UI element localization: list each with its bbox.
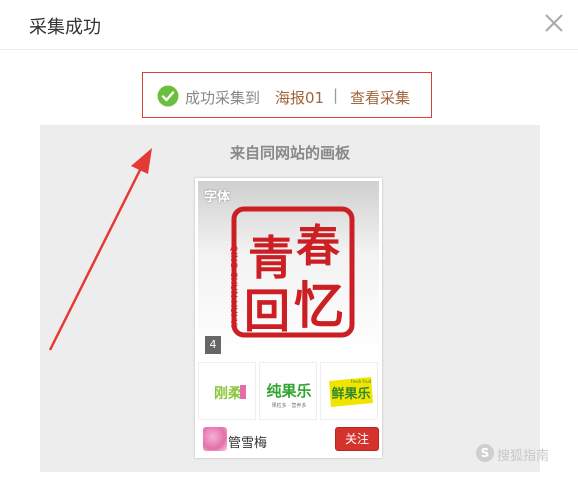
success-message: 成功采集到 海报01 | 查看采集 <box>142 72 432 118</box>
board-link[interactable]: 海报01 <box>275 87 324 108</box>
cover-artwork: QING CHUN HUI YI 青 春 回 忆 <box>228 206 355 338</box>
owner-name[interactable]: 管雪梅 <box>228 432 267 451</box>
cover-side-text: QING CHUN HUI YI <box>228 245 238 328</box>
dialog-header: 采集成功 <box>0 0 578 50</box>
panel-title: 来自同网站的画板 <box>229 144 350 162</box>
avatar[interactable] <box>203 427 227 451</box>
check-circle-icon <box>157 85 179 107</box>
thumbnail-label: 鲜果乐 <box>331 386 370 402</box>
cover-char-1: 青 <box>248 231 294 285</box>
board-name: 字体 <box>204 190 231 205</box>
sohu-logo-icon: S <box>476 444 494 462</box>
thumbnail[interactable]: 鲜果乐 Fresh Fruit <box>320 362 378 420</box>
board-card[interactable]: QING CHUN HUI YI 青 春 回 忆 字体 4 刚柔 纯果乐 果粒多… <box>195 178 382 458</box>
follow-button[interactable]: 关注 <box>335 427 379 451</box>
cover-char-2: 春 <box>296 221 340 272</box>
pin-count-badge: 4 <box>205 336 221 354</box>
board-card-footer: 管雪梅 关注 <box>195 424 382 456</box>
cover-char-4: 忆 <box>294 277 344 335</box>
thumbnail-sublabel: Fresh Fruit <box>351 379 372 384</box>
separator: | <box>333 86 339 104</box>
thumbnail-sublabel: 果粒多 · 营养多 <box>272 402 307 409</box>
thumbnail-label: 纯果乐 <box>266 382 311 400</box>
view-collection-link[interactable]: 查看采集 <box>350 87 410 108</box>
close-icon[interactable] <box>541 10 567 36</box>
thumbnail-label: 刚柔 <box>214 386 243 402</box>
dialog-title: 采集成功 <box>29 17 101 38</box>
watermark: S 搜狐指南 <box>476 443 576 465</box>
success-text: 成功采集到 <box>185 89 261 107</box>
thumbnail[interactable]: 纯果乐 果粒多 · 营养多 <box>259 362 317 420</box>
board-cover[interactable]: QING CHUN HUI YI 青 春 回 忆 字体 4 <box>198 181 379 358</box>
watermark-text: 搜狐指南 <box>497 449 550 464</box>
cover-char-3: 回 <box>244 284 290 338</box>
thumbnail[interactable]: 刚柔 <box>198 362 256 420</box>
thumbnail-strip: 刚柔 纯果乐 果粒多 · 营养多 鲜果乐 Fresh Fruit <box>198 362 379 420</box>
